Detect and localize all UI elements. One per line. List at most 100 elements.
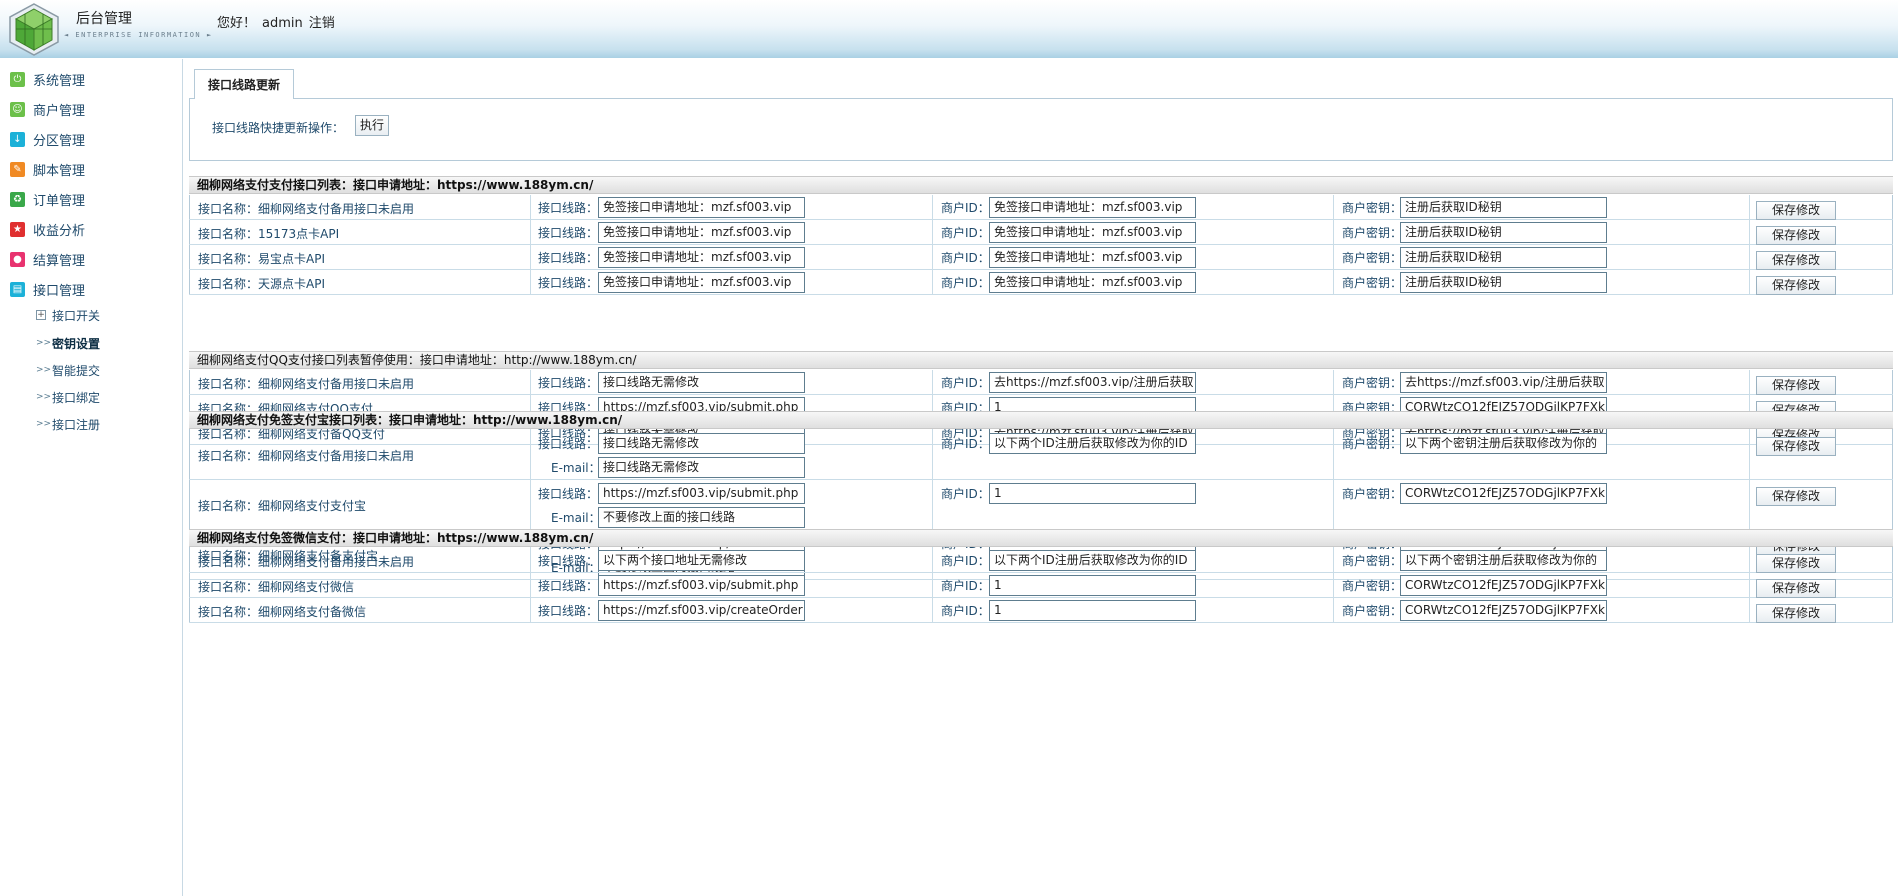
interface-line-input[interactable]: 免签接口申请地址：mzf.sf003.vip xyxy=(598,222,805,243)
save-button[interactable]: 保存修改 xyxy=(1756,554,1836,573)
sidebar-item-partition[interactable]: ↓ 分区管理 xyxy=(10,129,85,149)
recycle-icon: ♻ xyxy=(10,191,25,207)
interface-line-input[interactable]: 接口线路无需修改 xyxy=(598,433,805,454)
merchant-id-label: 商户ID： xyxy=(941,376,990,390)
brand-subtitle: ◄ ENTERPRISE INFORMATION ► xyxy=(64,31,213,39)
merchant-id-cell: 商户ID： 1 xyxy=(932,598,1333,622)
merchant-id-label: 商户ID： xyxy=(941,437,990,451)
save-cell: 保存修改 xyxy=(1749,548,1893,573)
sidebar-item-label: 订单管理 xyxy=(33,193,86,209)
interface-name-cell: 接口名称：细柳网络支付备用接口未启用 xyxy=(189,548,530,572)
section-header: 细柳网络支付免签微信支付：接口申请地址：https://www.188ym.cn… xyxy=(189,529,1893,547)
sidebar-item-settlement[interactable]: ● 结算管理 xyxy=(10,249,85,269)
logout-link[interactable]: 注销 xyxy=(309,16,335,31)
table-row: 接口名称：天源点卡API 接口线路： 免签接口申请地址：mzf.sf003.vi… xyxy=(189,270,1893,295)
section-header: 细柳网络支付支付接口列表：接口申请地址：https://www.188ym.cn… xyxy=(189,176,1893,194)
section-header: 细柳网络支付QQ支付接口列表暂停使用：接口申请地址：http://www.188… xyxy=(189,351,1893,369)
interface-line-input[interactable]: 免签接口申请地址：mzf.sf003.vip xyxy=(598,247,805,268)
sidebar-item-orders[interactable]: ♻ 订单管理 xyxy=(10,189,85,209)
sidebar-subitem-key-settings[interactable]: >> 密钥设置 xyxy=(36,334,100,352)
interface-name-cell: 接口名称：细柳网络支付备用接口未启用 xyxy=(189,370,530,394)
merchant-key-input[interactable]: 注册后获取ID秘钥 xyxy=(1400,272,1607,293)
pencil-icon: ✎ xyxy=(10,161,25,177)
sidebar-subitem-binding[interactable]: >> 接口绑定 xyxy=(36,388,100,406)
sidebar-subitem-switch[interactable]: + 接口开关 xyxy=(36,306,100,324)
interface-line-input[interactable]: 接口线路无需修改 xyxy=(598,372,805,393)
interface-line-label: 接口线路： xyxy=(538,251,599,265)
interface-name: 接口名称：细柳网络支付备用接口未启用 xyxy=(198,202,415,216)
quick-update-panel: 接口线路更新 接口线路快捷更新操作： 执行 xyxy=(189,69,1893,161)
merchant-key-cell: 商户密钥： CORWtzCO12fEJZ57ODGjlKP7FXkls xyxy=(1333,480,1749,529)
merchant-key-input[interactable]: 注册后获取ID秘钥 xyxy=(1400,247,1607,268)
interface-line-input[interactable]: 免签接口申请地址：mzf.sf003.vip xyxy=(598,197,805,218)
merchant-id-input[interactable]: 以下两个ID注册后获取修改为你的ID xyxy=(989,433,1196,454)
sidebar: ⏻ 系统管理 ☺ 商户管理 ↓ 分区管理 ✎ 脚本管理 ♻ 订单管理 ★ 收益分… xyxy=(0,59,183,896)
email-label: E-mail： xyxy=(551,511,601,525)
table-row: 接口名称：细柳网络支付微信 接口线路： https://mzf.sf003.vi… xyxy=(189,573,1893,598)
merchant-key-input[interactable]: 注册后获取ID秘钥 xyxy=(1400,222,1607,243)
sidebar-subitem-register[interactable]: >> 接口注册 xyxy=(36,415,100,433)
save-button[interactable]: 保存修改 xyxy=(1756,579,1836,598)
merchant-id-input[interactable]: 免签接口申请地址：mzf.sf003.vip xyxy=(989,247,1196,268)
interface-line-input[interactable]: 以下两个接口地址无需修改 xyxy=(598,550,805,571)
merchant-key-input[interactable]: CORWtzCO12fEJZ57ODGjlKP7FXkls xyxy=(1400,483,1607,504)
double-chevron-icon: >> xyxy=(36,365,52,375)
merchant-key-input[interactable]: CORWtzCO12fEJZ57ODGjlKP7FXkls xyxy=(1400,600,1607,621)
interface-line-label: 接口线路： xyxy=(538,276,599,290)
logo-cube-icon xyxy=(9,3,59,56)
interface-line-input[interactable]: 免签接口申请地址：mzf.sf003.vip xyxy=(598,272,805,293)
merchant-id-cell: 商户ID： 1 xyxy=(932,573,1333,597)
table-row: 接口名称：细柳网络支付支付宝 接口线路： https://mzf.sf003.v… xyxy=(189,480,1893,530)
sidebar-item-merchant[interactable]: ☺ 商户管理 xyxy=(10,99,85,119)
merchant-key-input[interactable]: 注册后获取ID秘钥 xyxy=(1400,197,1607,218)
merchant-id-input[interactable]: 去https://mzf.sf003.vip/注册后获取 xyxy=(989,372,1196,393)
save-button[interactable]: 保存修改 xyxy=(1756,604,1836,623)
interface-line-input[interactable]: https://mzf.sf003.vip/createOrder xyxy=(598,600,805,621)
merchant-id-cell: 商户ID： 去https://mzf.sf003.vip/注册后获取 xyxy=(932,370,1333,394)
main-content: 接口线路更新 接口线路快捷更新操作： 执行 细柳网络支付支付接口列表：接口申请地… xyxy=(184,59,1898,896)
interface-line-cell: 接口线路： https://mzf.sf003.vip/submit.php xyxy=(530,573,932,597)
sidebar-item-revenue[interactable]: ★ 收益分析 xyxy=(10,219,85,239)
interface-line-label: 接口线路： xyxy=(538,201,599,215)
merchant-id-input[interactable]: 1 xyxy=(989,575,1196,596)
merchant-key-cell: 商户密钥： 注册后获取ID秘钥 xyxy=(1333,245,1749,269)
merchant-key-input[interactable]: 以下两个密钥注册后获取修改为你的 xyxy=(1400,433,1607,454)
merchant-id-input[interactable]: 1 xyxy=(989,483,1196,504)
execute-button[interactable]: 执行 xyxy=(355,115,389,136)
save-cell: 保存修改 xyxy=(1749,370,1893,395)
save-button[interactable]: 保存修改 xyxy=(1756,437,1836,456)
merchant-id-input[interactable]: 免签接口申请地址：mzf.sf003.vip xyxy=(989,222,1196,243)
interface-name-cell: 接口名称：细柳网络支付微信 xyxy=(189,573,530,597)
sidebar-item-script[interactable]: ✎ 脚本管理 xyxy=(10,159,85,179)
save-button[interactable]: 保存修改 xyxy=(1756,276,1836,295)
sidebar-item-label: 分区管理 xyxy=(33,133,86,149)
merchant-key-cell: 商户密钥： 注册后获取ID秘钥 xyxy=(1333,270,1749,294)
sidebar-item-system[interactable]: ⏻ 系统管理 xyxy=(10,69,85,89)
save-button[interactable]: 保存修改 xyxy=(1756,201,1836,220)
merchant-key-input[interactable]: CORWtzCO12fEJZ57ODGjlKP7FXkls xyxy=(1400,575,1607,596)
sidebar-item-interface[interactable]: ▤ 接口管理 xyxy=(10,279,85,299)
sidebar-item-label: 结算管理 xyxy=(33,253,86,269)
merchant-id-input[interactable]: 免签接口申请地址：mzf.sf003.vip xyxy=(989,272,1196,293)
interface-name: 接口名称：细柳网络支付备用接口未启用 xyxy=(198,377,415,391)
merchant-id-input[interactable]: 免签接口申请地址：mzf.sf003.vip xyxy=(989,197,1196,218)
email-input[interactable]: 接口线路无需修改 xyxy=(598,457,805,478)
save-button[interactable]: 保存修改 xyxy=(1756,226,1836,245)
tab-interface-update[interactable]: 接口线路更新 xyxy=(194,69,294,99)
merchant-key-cell: 商户密钥： CORWtzCO12fEJZ57ODGjlKP7FXkls xyxy=(1333,598,1749,622)
interface-line-label: 接口线路： xyxy=(538,376,599,390)
interface-line-input[interactable]: https://mzf.sf003.vip/submit.php xyxy=(598,575,805,596)
email-input[interactable]: 不要修改上面的接口线路 xyxy=(598,507,805,528)
merchant-key-label: 商户密钥： xyxy=(1342,554,1403,568)
save-button[interactable]: 保存修改 xyxy=(1756,376,1836,395)
save-button[interactable]: 保存修改 xyxy=(1756,487,1836,506)
merchant-id-input[interactable]: 以下两个ID注册后获取修改为你的ID xyxy=(989,550,1196,571)
merchant-id-input[interactable]: 1 xyxy=(989,600,1196,621)
merchant-key-cell: 商户密钥： 去https://mzf.sf003.vip/注册后获取 xyxy=(1333,370,1749,394)
merchant-key-input[interactable]: 去https://mzf.sf003.vip/注册后获取 xyxy=(1400,372,1607,393)
interface-line-label: 接口线路： xyxy=(538,579,599,593)
sidebar-subitem-smart-submit[interactable]: >> 智能提交 xyxy=(36,361,100,379)
save-button[interactable]: 保存修改 xyxy=(1756,251,1836,270)
merchant-key-input[interactable]: 以下两个密钥注册后获取修改为你的 xyxy=(1400,550,1607,571)
interface-line-input[interactable]: https://mzf.sf003.vip/submit.php xyxy=(598,483,805,504)
